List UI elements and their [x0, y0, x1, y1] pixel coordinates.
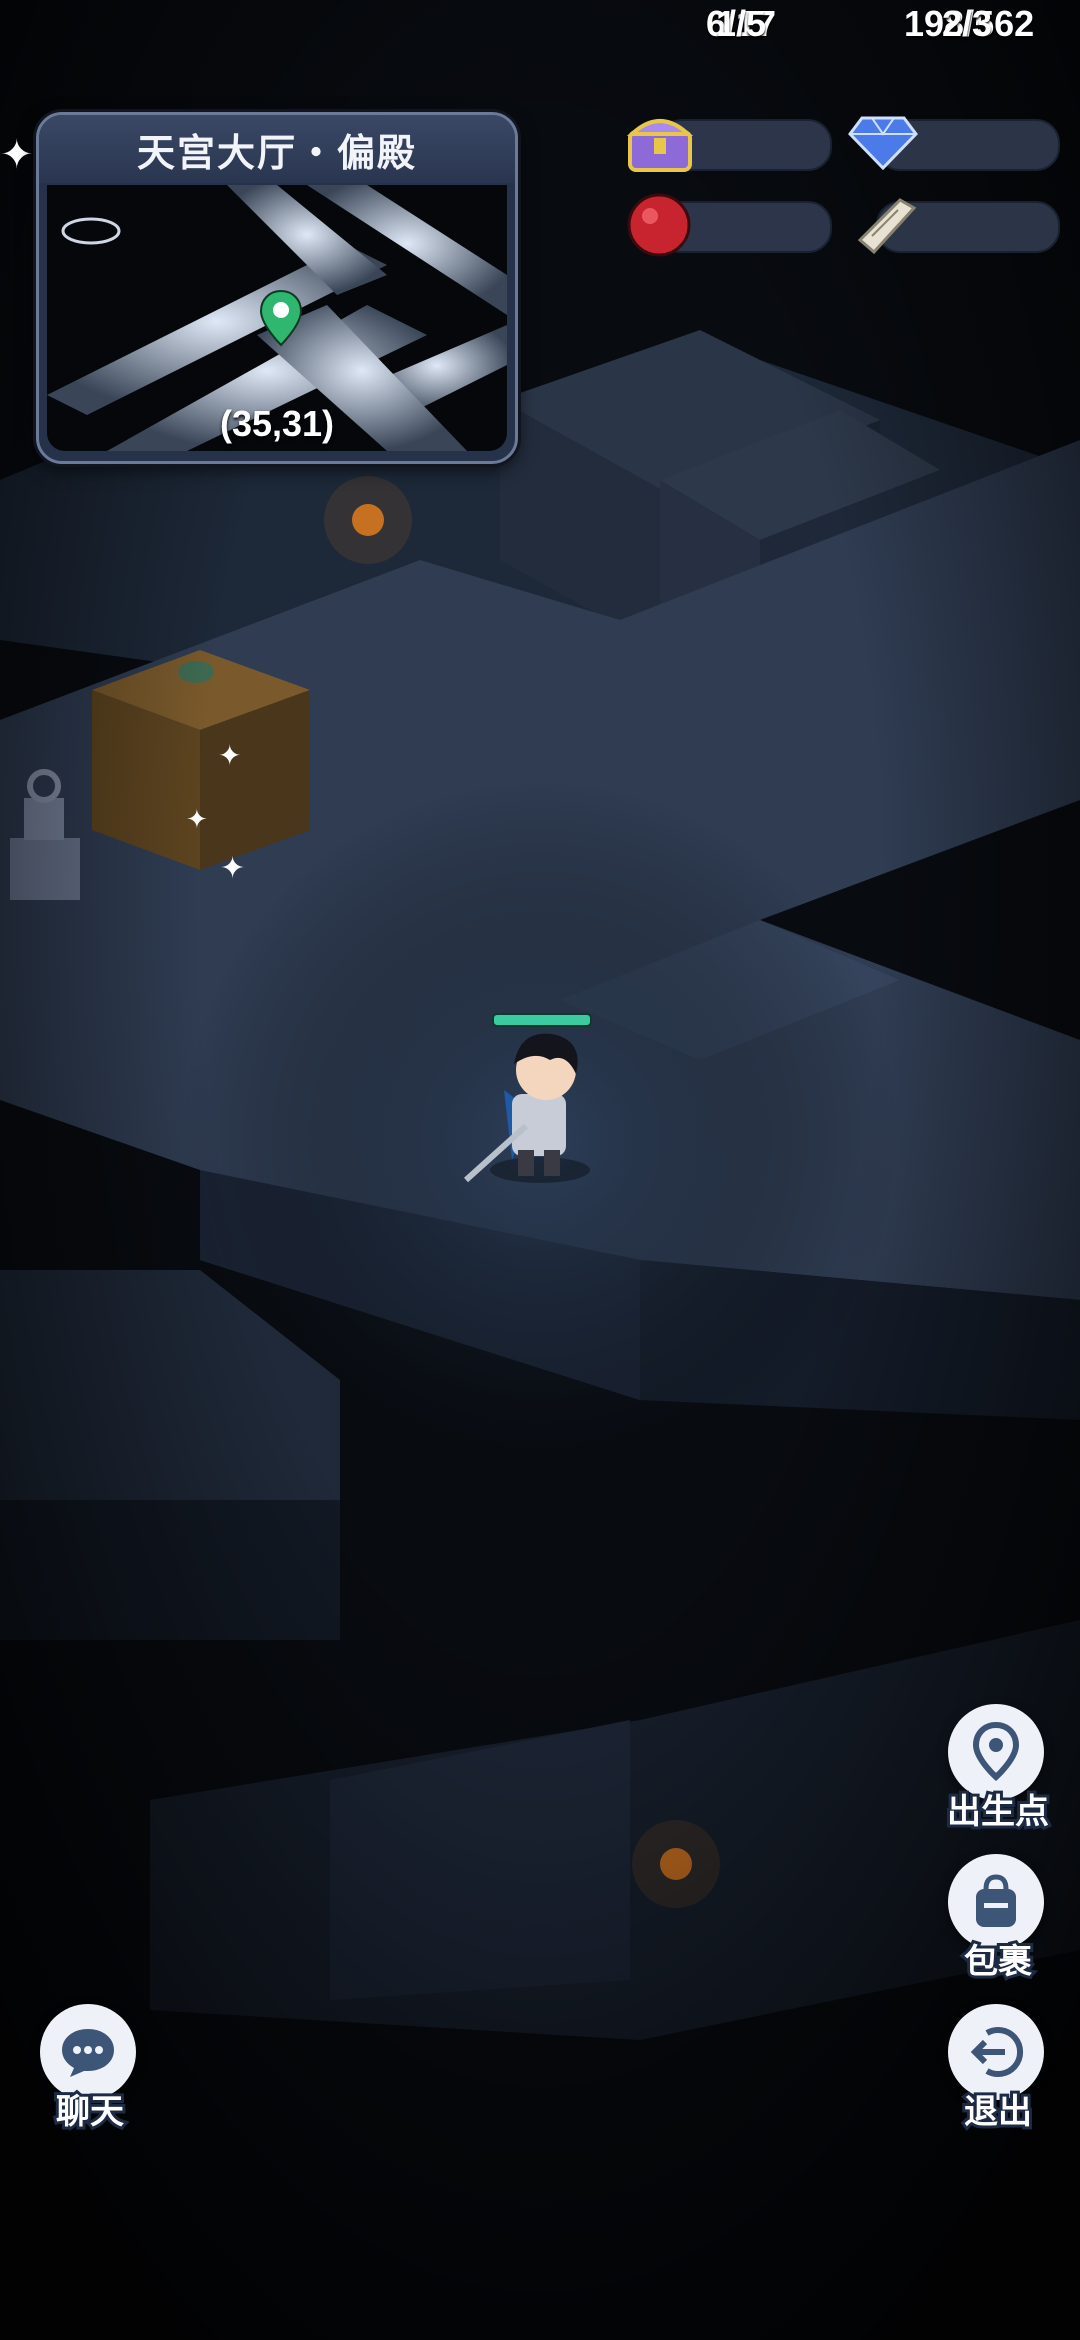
- orbs-count: 1/5: [716, 3, 767, 44]
- location-pin-icon: [972, 1721, 1020, 1782]
- minimap-title: 天宫大厅・偏殿: [39, 115, 515, 183]
- sparkle-icon: ✦: [0, 133, 34, 177]
- scroll-icon: [857, 198, 917, 255]
- bag-label: 包裹: [961, 1940, 1035, 1984]
- exit-label: 退出: [961, 2090, 1035, 2134]
- treasure-chest-icon: [626, 119, 694, 172]
- diamond-icon: [848, 116, 918, 170]
- exit-arrow-icon: [970, 2027, 1024, 2077]
- backpack-icon: [976, 1874, 1016, 1927]
- chat-label: 聊天: [53, 2090, 127, 2134]
- chat-bubble-icon: [62, 2029, 114, 2077]
- scrolls-count: 2/3: [942, 3, 993, 44]
- minimap[interactable]: 天宫大厅・偏殿 (35,31): [36, 112, 518, 464]
- portal-marker-icon: [61, 217, 121, 245]
- minimap-coordinates: (35,31): [219, 403, 335, 444]
- location-marker-icon: [259, 289, 303, 347]
- spawn-point-label: 出生点: [944, 1790, 1052, 1834]
- player-health-bar: [492, 1013, 592, 1027]
- red-orb-icon: [627, 193, 691, 257]
- minimap-view[interactable]: (35,31): [47, 185, 507, 451]
